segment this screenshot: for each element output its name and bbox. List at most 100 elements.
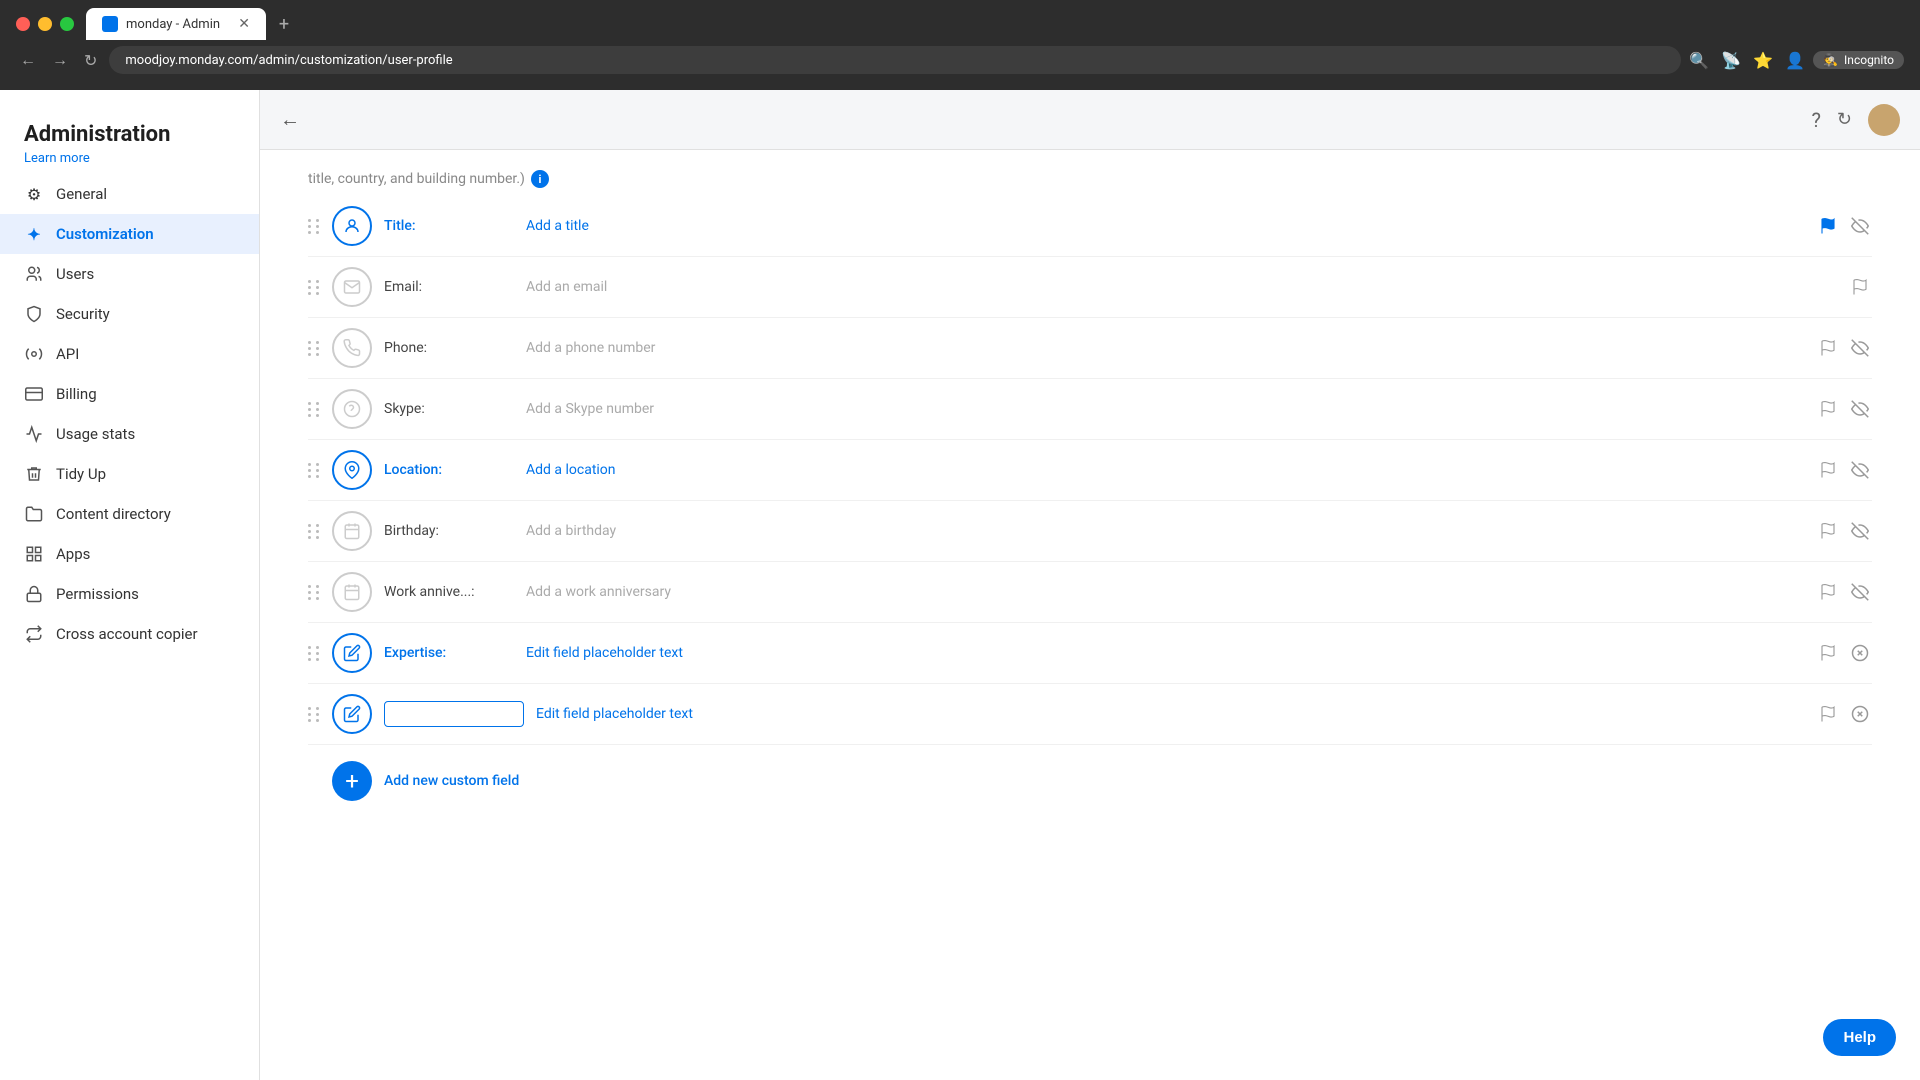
field-placeholder-work-anniversary[interactable]: Add a work anniversary: [526, 584, 1804, 600]
add-field-row[interactable]: + Add new custom field: [308, 745, 1872, 817]
sidebar-label-security: Security: [56, 305, 110, 323]
active-tab[interactable]: monday - Admin ✕: [86, 8, 266, 40]
reload-button[interactable]: ↻: [80, 47, 101, 74]
field-row-email: Email: Add an email: [308, 257, 1872, 318]
field-icon-email: [332, 267, 372, 307]
field-row-title: Title: Add a title: [308, 196, 1872, 257]
sidebar-item-users[interactable]: Users: [0, 254, 259, 294]
field-label-title: Title:: [384, 218, 514, 234]
forward-button[interactable]: →: [48, 46, 72, 74]
drag-handle-location[interactable]: [308, 463, 320, 478]
cast-icon[interactable]: 📡: [1721, 51, 1741, 70]
field-row-skype: Skype: Add a Skype number: [308, 379, 1872, 440]
customization-icon: ✦: [24, 224, 44, 244]
field-placeholder-title[interactable]: Add a title: [526, 218, 1804, 234]
sidebar: Administration Learn more ⚙ General ✦ Cu…: [0, 90, 260, 1080]
subtitle-text: title, country, and building number.): [308, 171, 525, 187]
drag-handle-expertise[interactable]: [308, 646, 320, 661]
field-icon-custom: [332, 694, 372, 734]
url-bar[interactable]: moodjoy.monday.com/admin/customization/u…: [109, 46, 1681, 74]
sidebar-item-cross-account[interactable]: Cross account copier: [0, 614, 259, 654]
field-placeholder-location[interactable]: Add a location: [526, 462, 1804, 478]
field-placeholder-custom[interactable]: Edit field placeholder text: [536, 706, 1804, 722]
sidebar-item-general[interactable]: ⚙ General: [0, 174, 259, 214]
drag-handle-custom[interactable]: [308, 707, 320, 722]
field-label-skype: Skype:: [384, 401, 514, 417]
flag-icon-email[interactable]: [1848, 275, 1872, 299]
sidebar-item-security[interactable]: Security: [0, 294, 259, 334]
field-row-location: Location: Add a location: [308, 440, 1872, 501]
security-icon: [24, 304, 44, 324]
add-field-label[interactable]: Add new custom field: [384, 773, 519, 789]
eye-icon-title[interactable]: [1848, 214, 1872, 238]
search-icon[interactable]: 🔍: [1689, 51, 1709, 70]
flag-icon-expertise[interactable]: [1816, 641, 1840, 665]
drag-handle-email[interactable]: [308, 280, 320, 295]
content-directory-icon: [24, 504, 44, 524]
flag-icon-birthday[interactable]: [1816, 519, 1840, 543]
close-icon-expertise[interactable]: [1848, 641, 1872, 665]
field-actions-birthday: [1816, 519, 1872, 543]
user-avatar[interactable]: [1868, 104, 1900, 136]
window-minimize[interactable]: [38, 17, 52, 31]
sidebar-item-usage-stats[interactable]: Usage stats: [0, 414, 259, 454]
sidebar-item-billing[interactable]: Billing: [0, 374, 259, 414]
custom-field-input[interactable]: [384, 701, 524, 727]
drag-handle-title[interactable]: [308, 219, 320, 234]
close-icon-custom[interactable]: [1848, 702, 1872, 726]
sidebar-item-permissions[interactable]: Permissions: [0, 574, 259, 614]
learn-more-link[interactable]: Learn more: [24, 151, 235, 166]
profile-icon[interactable]: 👤: [1785, 51, 1805, 70]
field-placeholder-expertise[interactable]: Edit field placeholder text: [526, 645, 1804, 661]
field-placeholder-skype[interactable]: Add a Skype number: [526, 401, 1804, 417]
flag-icon-location[interactable]: [1816, 458, 1840, 482]
flag-icon-custom[interactable]: [1816, 702, 1840, 726]
window-maximize[interactable]: [60, 17, 74, 31]
drag-handle-work-anniversary[interactable]: [308, 585, 320, 600]
field-label-email: Email:: [384, 279, 514, 295]
sidebar-item-customization[interactable]: ✦ Customization: [0, 214, 259, 254]
usage-stats-icon: [24, 424, 44, 444]
flag-icon-title[interactable]: [1816, 214, 1840, 238]
tab-close-button[interactable]: ✕: [238, 16, 250, 32]
eye-icon-phone[interactable]: [1848, 336, 1872, 360]
eye-icon-birthday[interactable]: [1848, 519, 1872, 543]
sidebar-label-users: Users: [56, 265, 94, 283]
apps-icon: [24, 544, 44, 564]
admin-title: Administration: [24, 122, 235, 147]
help-button[interactable]: Help: [1823, 1019, 1896, 1056]
field-placeholder-birthday[interactable]: Add a birthday: [526, 523, 1804, 539]
new-tab-button[interactable]: +: [270, 10, 298, 38]
bookmark-icon[interactable]: ⭐: [1753, 51, 1773, 70]
back-button[interactable]: ←: [16, 46, 40, 74]
add-field-button[interactable]: +: [332, 761, 372, 801]
sidebar-label-cross-account: Cross account copier: [56, 625, 198, 643]
drag-handle-phone[interactable]: [308, 341, 320, 356]
eye-icon-work-anniversary[interactable]: [1848, 580, 1872, 604]
sidebar-label-billing: Billing: [56, 385, 97, 403]
sidebar-item-apps[interactable]: Apps: [0, 534, 259, 574]
flag-icon-skype[interactable]: [1816, 397, 1840, 421]
help-icon[interactable]: ?: [1811, 108, 1820, 132]
back-nav-button[interactable]: ←: [280, 107, 300, 132]
sidebar-item-tidy-up[interactable]: Tidy Up: [0, 454, 259, 494]
field-placeholder-phone[interactable]: Add a phone number: [526, 340, 1804, 356]
field-actions-location: [1816, 458, 1872, 482]
cross-account-icon: [24, 624, 44, 644]
flag-icon-phone[interactable]: [1816, 336, 1840, 360]
sidebar-label-apps: Apps: [56, 545, 90, 563]
field-row-work-anniversary: Work annive...: Add a work anniversary: [308, 562, 1872, 623]
window-close[interactable]: [16, 17, 30, 31]
address-bar: ← → ↻ moodjoy.monday.com/admin/customiza…: [0, 40, 1920, 80]
drag-handle-birthday[interactable]: [308, 524, 320, 539]
info-icon[interactable]: i: [531, 170, 549, 188]
drag-handle-skype[interactable]: [308, 402, 320, 417]
field-placeholder-email[interactable]: Add an email: [526, 279, 1836, 295]
sidebar-item-api[interactable]: API: [0, 334, 259, 374]
permissions-icon: [24, 584, 44, 604]
refresh-icon[interactable]: ↻: [1837, 109, 1852, 130]
eye-icon-location[interactable]: [1848, 458, 1872, 482]
sidebar-item-content-directory[interactable]: Content directory: [0, 494, 259, 534]
eye-icon-skype[interactable]: [1848, 397, 1872, 421]
flag-icon-work-anniversary[interactable]: [1816, 580, 1840, 604]
